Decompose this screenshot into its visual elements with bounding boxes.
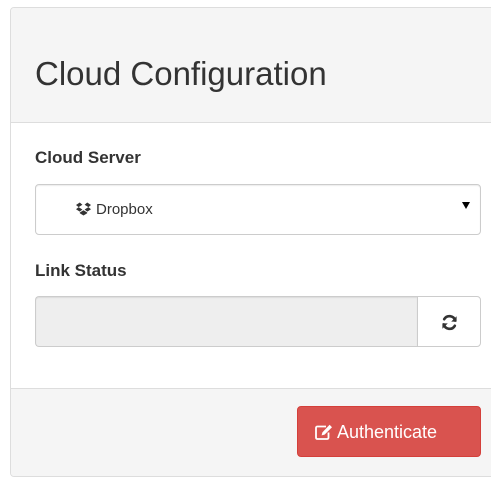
cloud-configuration-panel: Cloud Configuration Cloud Server Dropbox… [10,7,491,477]
panel-footer: Authenticate [11,388,491,476]
link-status-group [35,296,481,347]
refresh-icon [442,314,457,331]
authenticate-button[interactable]: Authenticate [297,406,481,457]
panel-body: Cloud Server Dropbox Link Status [11,123,491,388]
cloud-server-selected-value: Dropbox [96,201,153,218]
refresh-button[interactable] [417,296,481,347]
cloud-server-label: Cloud Server [35,148,141,167]
caret-down-icon [462,202,470,209]
link-status-field [35,296,417,347]
edit-icon [315,424,332,440]
panel-title: Cloud Configuration [35,55,327,92]
authenticate-label: Authenticate [337,422,438,442]
dropbox-icon [76,202,91,216]
cloud-server-select[interactable]: Dropbox [35,184,481,235]
panel-heading: Cloud Configuration [11,8,491,123]
link-status-label: Link Status [35,261,127,280]
